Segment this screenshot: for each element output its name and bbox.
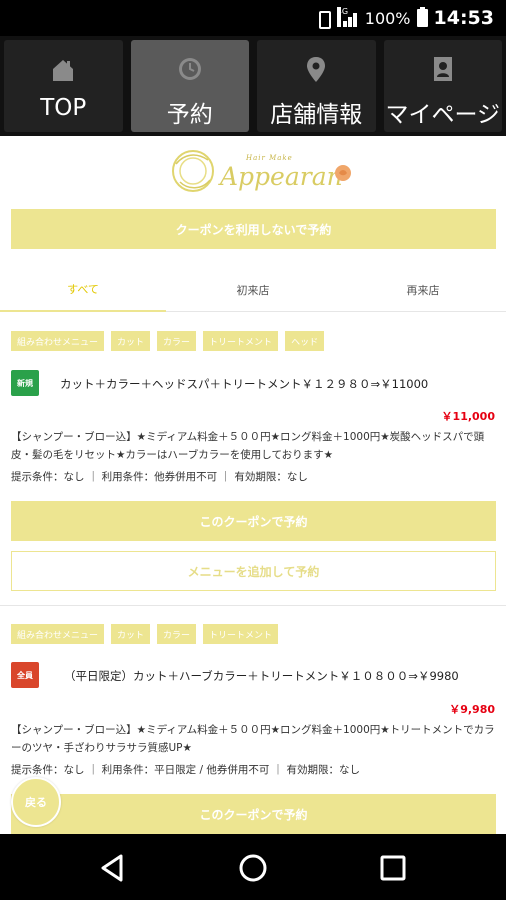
- system-navigation-bar: [0, 834, 506, 900]
- coupon-conditions: 提示条件：なし ｜ 利用条件：平日限定 / 他券併用不可 ｜ 有効期限：なし: [11, 764, 361, 776]
- network-type: 4G: [336, 7, 348, 27]
- coupon-tags: 組み合わせメニュー カット カラー トリートメント ヘッド: [11, 331, 325, 351]
- coupon-price: ￥9,980: [449, 703, 495, 716]
- filter-tabs: すべて 初来店 再来店: [0, 268, 506, 312]
- coupon-tag: トリートメント: [203, 624, 279, 644]
- clock-icon: [178, 58, 201, 80]
- all-customers-badge: 全員: [11, 662, 39, 688]
- coupon-tag: 組み合わせメニュー: [11, 624, 105, 644]
- clock-time: 14:53: [433, 7, 494, 29]
- nav-tab-label: マイページ: [385, 102, 501, 128]
- map-pin-icon: [307, 57, 326, 82]
- recents-square-icon[interactable]: [373, 848, 413, 888]
- use-coupon-button[interactable]: このクーポンで予約: [11, 794, 496, 834]
- home-circle-icon[interactable]: [233, 848, 273, 888]
- coupon-list-page[interactable]: Hair Make Appearan クーポンを利用しないで予約 すべて 初来店…: [0, 136, 506, 834]
- rose-icon: [335, 165, 351, 181]
- nav-tab-label: 店舗情報: [270, 102, 363, 128]
- logo-wordmark: Appearan: [220, 162, 343, 191]
- logo-subtitle: Hair Make: [246, 154, 293, 162]
- nav-tab-label: 予約: [166, 102, 213, 128]
- back-button[interactable]: 戻る: [11, 777, 61, 827]
- nav-tab-mypage[interactable]: マイページ: [383, 40, 502, 132]
- vibrate-icon: [315, 10, 331, 29]
- coupon-tag: カラー: [157, 331, 197, 351]
- id-card-icon: [433, 57, 452, 81]
- home-icon: [53, 60, 74, 81]
- coupon-tag: 組み合わせメニュー: [11, 331, 105, 351]
- battery-icon: [416, 7, 428, 27]
- coupon-tag: カット: [111, 331, 151, 351]
- nav-tab-reserve[interactable]: 予約: [130, 40, 249, 132]
- filter-tab-first-visit[interactable]: 初来店: [170, 268, 336, 312]
- filter-tab-return-visit[interactable]: 再来店: [340, 268, 506, 312]
- coupon-title: （平日限定）カット＋ハーブカラー＋トリートメント￥１０８００⇒￥9980: [64, 669, 459, 683]
- logo-emblem-icon: [172, 150, 214, 192]
- filter-tab-all[interactable]: すべて: [0, 268, 166, 312]
- coupon-tag: カット: [111, 624, 151, 644]
- nav-tab-store-info[interactable]: 店舗情報: [257, 40, 376, 132]
- coupon-divider: [0, 605, 506, 606]
- signal-icon: 4G: [336, 7, 359, 27]
- coupon-description: 【シャンプー・ブロー込】★ミディアム料金＋５００円★ロング料金＋1000円★炭酸…: [11, 431, 485, 461]
- nav-tab-label: TOP: [40, 95, 87, 121]
- coupon-conditions: 提示条件：なし ｜ 利用条件：他券併用不可 ｜ 有効期限：なし: [11, 471, 308, 483]
- coupon-title: カット＋カラー＋ヘッドスパ＋トリートメント￥１２９８０⇒￥11000: [60, 377, 429, 391]
- coupon-description: 【シャンプー・ブロー込】★ミディアム料金＋５００円★ロング料金＋1000円★トリ…: [11, 724, 495, 754]
- reserve-without-coupon-button[interactable]: クーポンを利用しないで予約: [11, 209, 496, 249]
- add-menu-reserve-button[interactable]: メニューを追加して予約: [11, 551, 496, 591]
- status-bar: 4G 100% 14:53: [0, 0, 506, 36]
- nav-tab-top[interactable]: TOP: [4, 40, 123, 132]
- salon-logo: Hair Make Appearan: [162, 142, 352, 200]
- back-triangle-icon[interactable]: [93, 848, 133, 888]
- coupon-tag: ヘッド: [285, 331, 325, 351]
- coupon-tags: 組み合わせメニュー カット カラー トリートメント: [11, 624, 279, 644]
- use-coupon-button[interactable]: このクーポンで予約: [11, 501, 496, 541]
- coupon-tag: トリートメント: [203, 331, 279, 351]
- top-navigation: TOP 予約 店舗情報 マイページ: [0, 36, 506, 136]
- battery-percent: 100%: [364, 8, 411, 28]
- coupon-price: ￥11,000: [441, 410, 495, 423]
- coupon-tag: カラー: [157, 624, 197, 644]
- new-customer-badge: 新規: [11, 370, 39, 396]
